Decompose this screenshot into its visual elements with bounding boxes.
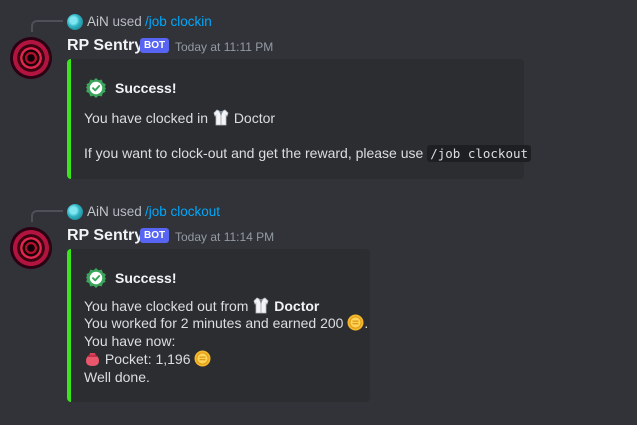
- bot-avatar[interactable]: [10, 227, 52, 269]
- reply-reference[interactable]: AiN used /job clockin: [0, 10, 637, 32]
- check-circle-icon: [86, 268, 106, 288]
- bot-avatar[interactable]: [10, 37, 52, 79]
- pouch-icon: [86, 353, 99, 366]
- embed-title: Success!: [115, 270, 177, 286]
- timestamp[interactable]: Today at 11:11 PM: [175, 40, 273, 54]
- embed: Success! You have clocked out from Docto…: [67, 249, 370, 402]
- reply-spine: [31, 210, 63, 222]
- inline-code-command: /job clockout: [427, 145, 532, 162]
- embed-line-earnings: You worked for 2 minutes and earned 200 …: [84, 314, 369, 331]
- embed-line-clocked-out: You have clocked out from Doctor: [84, 297, 320, 314]
- embed-line-pocket: Pocket: 1,196: [84, 350, 211, 368]
- embed-line-balance-header: You have now:: [84, 333, 176, 349]
- reply-command-link[interactable]: /job clockin: [145, 14, 212, 30]
- coin-icon: [194, 350, 211, 367]
- author-name[interactable]: RP Sentry: [67, 226, 143, 246]
- reply-command-link[interactable]: /job clockout: [145, 204, 220, 220]
- reply-reference[interactable]: AiN used /job clockout: [0, 200, 637, 222]
- embed-line-clocked-in: You have clocked in Doctor: [84, 109, 276, 126]
- lab-coat-icon: [253, 297, 269, 314]
- timestamp[interactable]: Today at 11:14 PM: [175, 230, 274, 244]
- embed-line-closing: Well done.: [84, 369, 150, 385]
- reply-username[interactable]: AiN used: [87, 204, 142, 220]
- embed-line-instructions: If you want to clock-out and get the rew…: [84, 144, 532, 163]
- reply-username[interactable]: AiN used: [87, 14, 142, 30]
- bot-tag: BOT: [140, 38, 170, 53]
- reply-spine: [31, 20, 63, 32]
- user-avatar-icon[interactable]: [67, 14, 83, 30]
- bot-tag: BOT: [140, 228, 170, 243]
- discord-chat: AiN used /job clockin RP Sentry BOT Toda…: [0, 0, 637, 425]
- coin-icon: [347, 314, 364, 331]
- user-avatar-icon[interactable]: [67, 204, 83, 220]
- embed: Success! You have clocked in Doctor If y…: [67, 59, 532, 179]
- lab-coat-icon: [213, 109, 229, 126]
- author-name[interactable]: RP Sentry: [67, 36, 143, 56]
- check-circle-icon: [86, 78, 106, 98]
- embed-title: Success!: [115, 80, 177, 96]
